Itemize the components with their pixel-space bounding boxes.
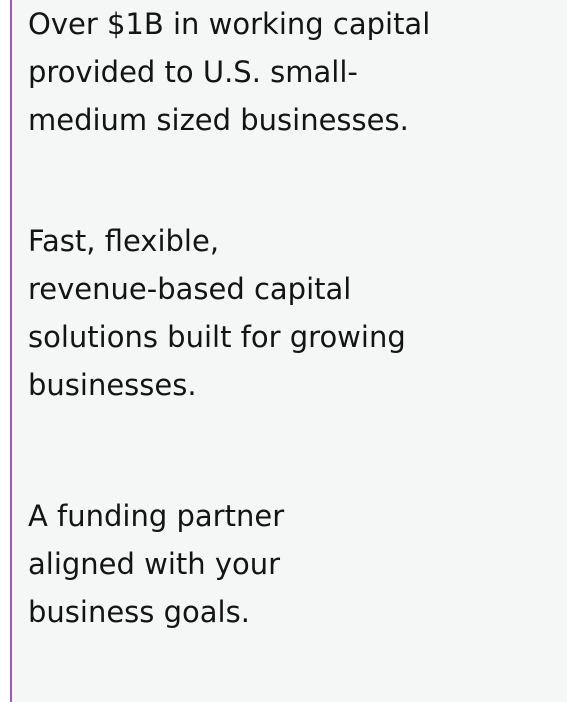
statement-line: solutions built for growing <box>28 320 406 354</box>
statement-line: A funding partner <box>28 499 285 533</box>
accent-divider <box>10 0 12 702</box>
statement-line: provided to U.S. small- <box>28 55 358 89</box>
statement-line: medium sized businesses. <box>28 103 409 137</box>
statement-funding-partner: A funding partner aligned with your busi… <box>28 492 284 636</box>
statement-line: aligned with your <box>28 547 281 581</box>
statement-flexible-capital: Fast, flexible, revenue-based capital so… <box>28 217 406 409</box>
statement-line: Fast, flexible, <box>28 224 220 258</box>
statement-line: revenue-based capital <box>28 272 352 306</box>
statement-line: Over $1B in working capital <box>28 7 431 41</box>
statement-line: businesses. <box>28 368 197 402</box>
statement-line: business goals. <box>28 595 250 629</box>
statement-working-capital: Over $1B in working capital provided to … <box>28 0 430 144</box>
